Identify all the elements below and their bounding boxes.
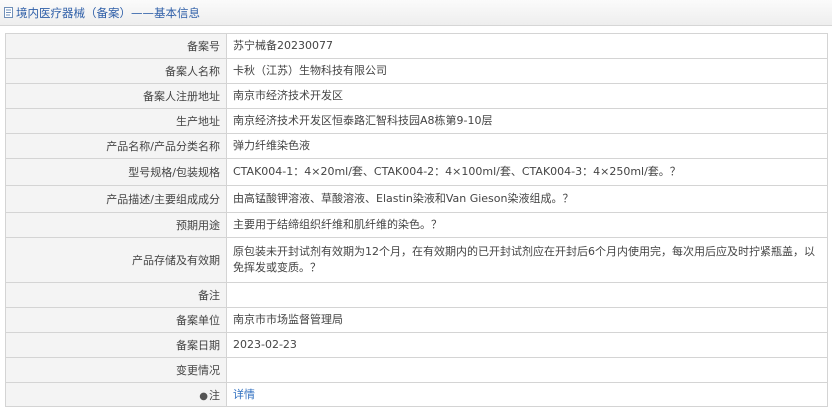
location-pin-icon: ● <box>199 390 208 402</box>
row-label-record-number: 备案号 <box>5 33 227 59</box>
table-row: 生产地址 南京经济技术开发区恒泰路汇智科技园A8栋第9-10层 <box>5 108 828 134</box>
row-value-model-spec: CTAK004-1：4×20ml/套、CTAK004-2：4×100ml/套、C… <box>226 158 828 186</box>
table-row: 变更情况 <box>5 357 828 383</box>
table-row: 型号规格/包装规格 CTAK004-1：4×20ml/套、CTAK004-2：4… <box>5 158 828 186</box>
row-value-filing-unit: 南京市市场监督管理局 <box>226 307 828 333</box>
row-value-storage-validity: 原包装未开封试剂有效期为12个月，在有效期内的已开封试剂应在开封后6个月内使用完… <box>226 237 828 283</box>
row-value-note: 详情 <box>226 382 828 407</box>
row-value-remarks <box>226 282 828 308</box>
details-link[interactable]: 详情 <box>233 388 255 401</box>
document-icon <box>3 7 14 18</box>
row-value-product-name: 弹力纤维染色液 <box>226 133 828 159</box>
row-value-intended-use: 主要用于结缔组织纤维和肌纤维的染色。？ <box>226 212 828 238</box>
row-label-registrant-name: 备案人名称 <box>5 58 227 84</box>
table-row: 备案日期 2023-02-23 <box>5 332 828 358</box>
page-header: 境内医疗器械（备案）——基本信息 <box>0 0 832 26</box>
row-label-production-address: 生产地址 <box>5 108 227 134</box>
table-row: 备案人名称 卡秋（江苏）生物科技有限公司 <box>5 58 828 84</box>
note-label: 注 <box>209 388 220 402</box>
row-label-change-status: 变更情况 <box>5 357 227 383</box>
row-label-product-description: 产品描述/主要组成成分 <box>5 185 227 213</box>
row-value-product-description: 由高锰酸钾溶液、草酸溶液、Elastin染液和Van Gieson染液组成。？ <box>226 185 828 213</box>
row-label-remarks: 备注 <box>5 282 227 308</box>
table-row: 产品描述/主要组成成分 由高锰酸钾溶液、草酸溶液、Elastin染液和Van G… <box>5 185 828 213</box>
row-value-record-number: 苏宁械备20230077 <box>226 33 828 59</box>
row-label-storage-validity: 产品存储及有效期 <box>5 237 227 283</box>
table-row: ●注 详情 <box>5 382 828 407</box>
row-value-production-address: 南京经济技术开发区恒泰路汇智科技园A8栋第9-10层 <box>226 108 828 134</box>
row-value-registrant-address: 南京市经济技术开发区 <box>226 83 828 109</box>
table-row: 备案号 苏宁械备20230077 <box>5 33 828 59</box>
table-row: 产品名称/产品分类名称 弹力纤维染色液 <box>5 133 828 159</box>
row-label-product-name: 产品名称/产品分类名称 <box>5 133 227 159</box>
table-row: 产品存储及有效期 原包装未开封试剂有效期为12个月，在有效期内的已开封试剂应在开… <box>5 237 828 283</box>
table-row: 备注 <box>5 282 828 308</box>
info-table: 备案号 苏宁械备20230077 备案人名称 卡秋（江苏）生物科技有限公司 备案… <box>5 33 828 407</box>
row-label-note: ●注 <box>5 382 227 407</box>
table-row: 备案单位 南京市市场监督管理局 <box>5 307 828 333</box>
row-value-change-status <box>226 357 828 383</box>
table-row: 备案人注册地址 南京市经济技术开发区 <box>5 83 828 109</box>
row-value-registrant-name: 卡秋（江苏）生物科技有限公司 <box>226 58 828 84</box>
row-label-registrant-address: 备案人注册地址 <box>5 83 227 109</box>
table-row: 预期用途 主要用于结缔组织纤维和肌纤维的染色。？ <box>5 212 828 238</box>
row-label-filing-unit: 备案单位 <box>5 307 227 333</box>
row-value-filing-date: 2023-02-23 <box>226 332 828 358</box>
row-label-model-spec: 型号规格/包装规格 <box>5 158 227 186</box>
row-label-intended-use: 预期用途 <box>5 212 227 238</box>
row-label-filing-date: 备案日期 <box>5 332 227 358</box>
page-title: 境内医疗器械（备案）——基本信息 <box>16 5 200 20</box>
